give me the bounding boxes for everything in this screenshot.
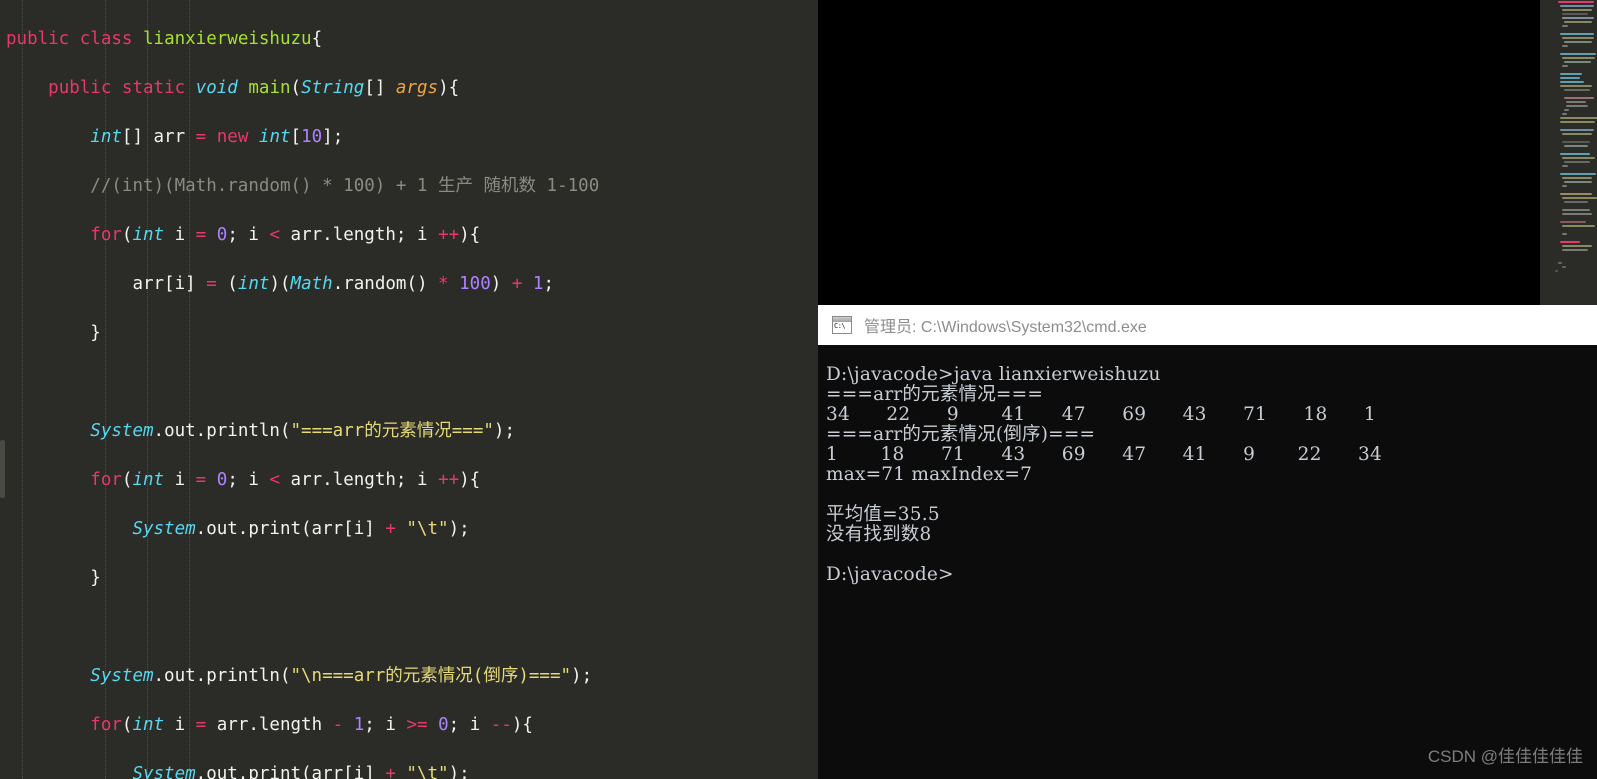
code-line: public static void main(String[] args){ (48, 77, 460, 98)
cmd-icon: C:\ (832, 316, 852, 334)
console-line: max=71 maxIndex=7 (826, 464, 1033, 485)
code-line: for(int i = 0; i < arr.length; i ++){ (90, 469, 481, 490)
code-line: } (90, 322, 101, 343)
console-line: 1 18 71 43 69 47 41 9 22 34 (826, 444, 1382, 465)
console-line: ===arr的元素情况=== (826, 384, 1044, 405)
console-line: D:\javacode>java lianxierweishuzu (826, 364, 1161, 385)
cmd-titlebar[interactable]: C:\ 管理员: C:\Windows\System32\cmd.exe (818, 305, 1597, 345)
code-line: } (90, 567, 101, 588)
console-line: 34 22 9 41 47 69 43 71 18 1 (826, 404, 1376, 425)
code-line: for(int i = 0; i < arr.length; i ++){ (90, 224, 481, 245)
console-line: ===arr的元素情况(倒序)=== (826, 424, 1096, 445)
code-line: arr[i] = (int)(Math.random() * 100) + 1; (132, 273, 555, 294)
code-content[interactable]: public class lianxierweishuzu{ public st… (0, 0, 733, 779)
console-line: 没有找到数8 (826, 524, 932, 545)
cmd-window-title: 管理员: C:\Windows\System32\cmd.exe (864, 319, 1147, 336)
code-line: System.out.print(arr[i] + "\t"); (132, 518, 470, 539)
code-line: for(int i = arr.length - 1; i >= 0; i --… (90, 714, 533, 735)
console-line: 平均值=35.5 (826, 504, 940, 525)
code-line: System.out.println("\n===arr的元素情况(倒序)===… (90, 665, 593, 686)
code-line: //(int)(Math.random() * 100) + 1 生产 随机数 … (90, 175, 600, 196)
code-line: System.out.println("===arr的元素情况==="); (90, 420, 515, 441)
cmd-icon-glyph: C:\ (834, 322, 846, 330)
cmd-console-output[interactable]: D:\javacode>java lianxierweishuzu ===arr… (818, 345, 1597, 779)
watermark: CSDN @佳佳佳佳佳 (1427, 747, 1583, 766)
console-prompt-line: D:\javacode> (826, 564, 954, 585)
cmd-window[interactable]: C:\ 管理员: C:\Windows\System32\cmd.exe D:\… (818, 305, 1597, 779)
code-line: int[] arr = new int[10]; (90, 126, 344, 147)
code-line: System.out.print(arr[i] + "\t"); (132, 763, 470, 779)
code-editor-pane[interactable]: public class lianxierweishuzu{ public st… (0, 0, 818, 779)
code-line: public class lianxierweishuzu{ (6, 28, 323, 49)
